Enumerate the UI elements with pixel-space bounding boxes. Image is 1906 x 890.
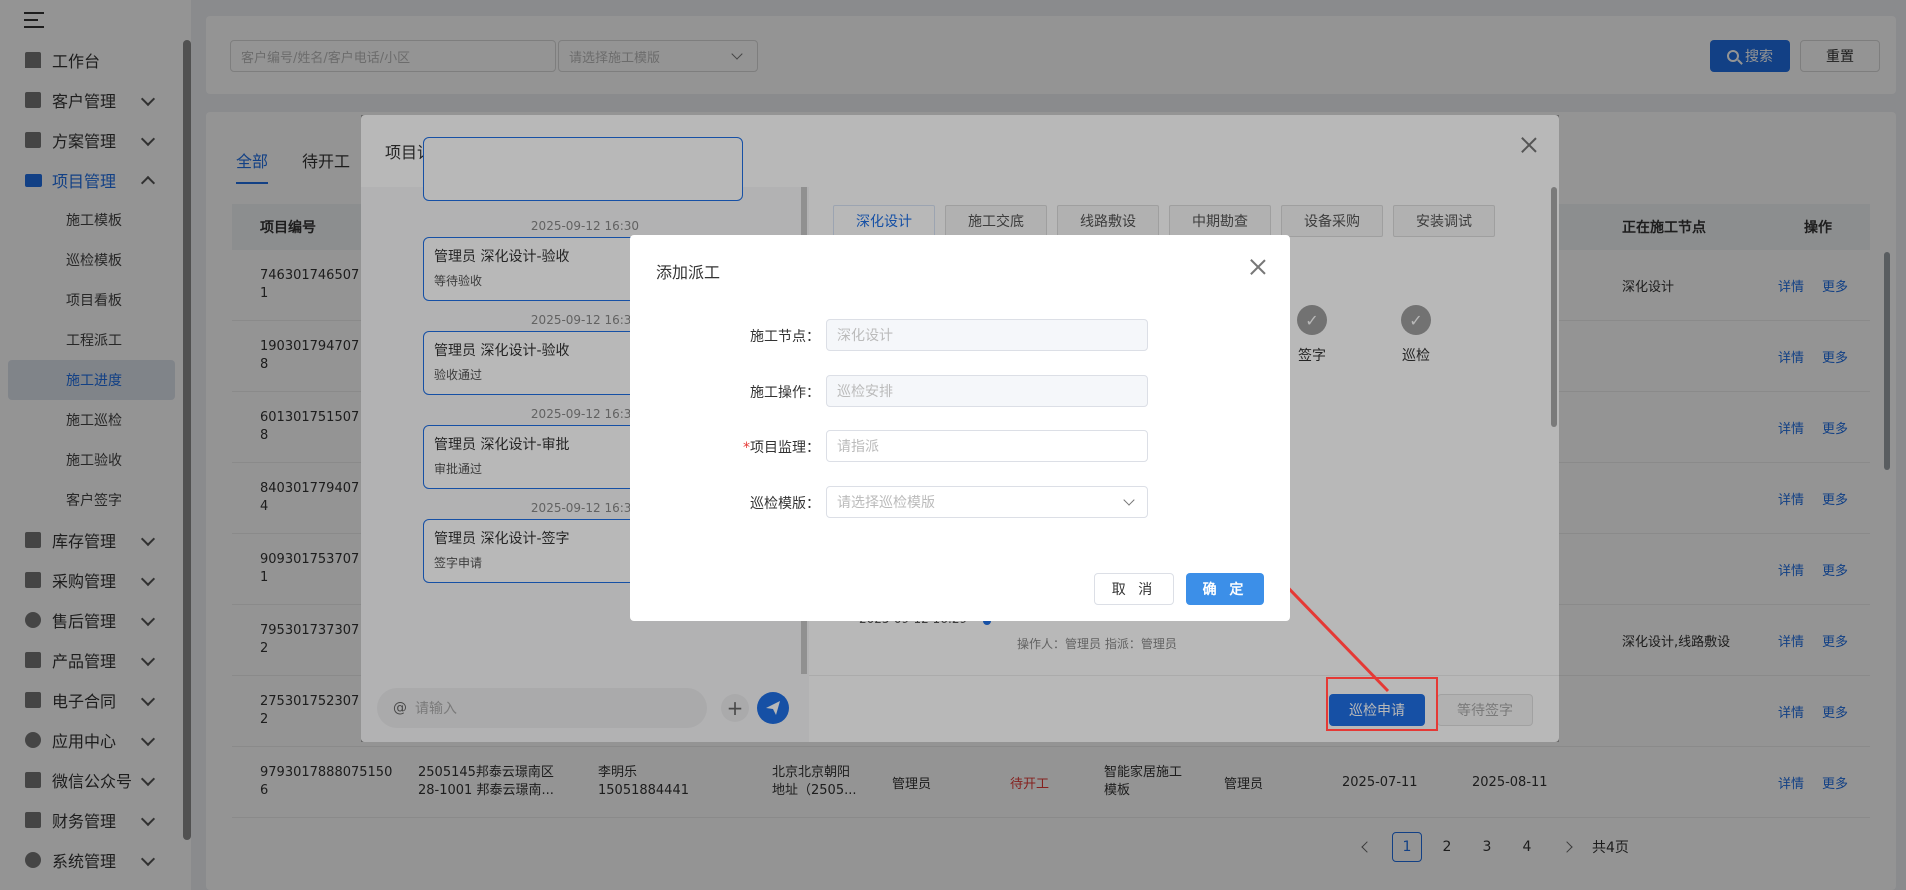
confirm-button[interactable]: 确 定 [1186, 573, 1264, 605]
close-icon[interactable] [1250, 259, 1266, 275]
form-label: 巡检模版： [750, 496, 820, 512]
supervisor-input[interactable]: 请指派 [826, 430, 1148, 462]
form-label: *项目监理： [743, 440, 820, 456]
form-row-operation: 施工操作： 巡检安排 [630, 375, 1290, 407]
form-row-supervisor: *项目监理： 请指派 [630, 430, 1290, 462]
form-row-template: 巡检模版： 请选择巡检模版 [630, 486, 1290, 518]
dialog-title: 添加派工 [656, 263, 721, 282]
inspection-template-select[interactable]: 请选择巡检模版 [826, 486, 1148, 518]
required-mark: * [743, 440, 750, 456]
cancel-button[interactable]: 取 消 [1094, 573, 1174, 605]
construction-operation-field: 巡检安排 [826, 375, 1148, 407]
form-label: 施工操作： [750, 385, 820, 401]
construction-node-field: 深化设计 [826, 319, 1148, 351]
select-placeholder: 请选择巡检模版 [837, 495, 935, 511]
add-dispatch-dialog: 添加派工 施工节点： 深化设计 施工操作： 巡检安排 *项目监理： 请指派 巡检… [630, 235, 1290, 621]
form-row-node: 施工节点： 深化设计 [630, 319, 1290, 351]
chevron-down-icon [1123, 494, 1135, 506]
form-label: 施工节点： [750, 329, 820, 345]
